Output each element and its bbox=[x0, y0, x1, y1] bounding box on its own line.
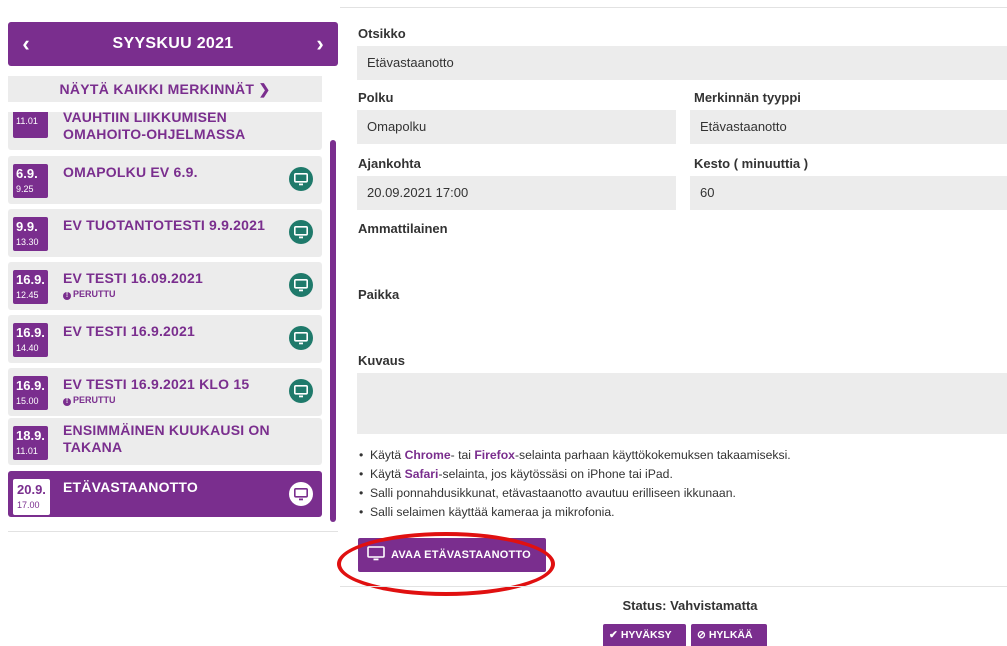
date-badge: 20.9. 17.00 bbox=[13, 479, 50, 515]
polku-field[interactable]: Omapolku bbox=[357, 110, 676, 144]
scrollbar[interactable] bbox=[330, 140, 336, 522]
list-item[interactable]: 11.01 VAUHTIIN LIIKKUMISEN OMAHOITO-OHJE… bbox=[8, 112, 322, 150]
entry-title: ENSIMMÄINEN KUUKAUSI ON TAKANA bbox=[63, 422, 270, 455]
entry-date: 16.9. bbox=[16, 378, 45, 393]
entry-title: ETÄVASTAANOTTO bbox=[63, 479, 199, 495]
divider bbox=[8, 531, 338, 532]
text: Käytä bbox=[370, 467, 405, 481]
calendar-panel: ‹ SYYSKUU 2021 › NÄYTÄ KAIKKI MERKINNÄT … bbox=[0, 0, 340, 646]
tyyppi-field[interactable]: Etävastaanotto bbox=[690, 110, 1007, 144]
cancelled-status: ! PERUTTU bbox=[63, 289, 116, 300]
list-item[interactable]: 16.9. 14.40 EV TESTI 16.9.2021 bbox=[8, 315, 322, 363]
list-item[interactable]: 6.9. 9.25 OMAPOLKU EV 6.9. bbox=[8, 156, 322, 204]
text: -selainta, jos käytössäsi on iPhone tai … bbox=[438, 467, 673, 481]
instruction-item: Käytä Safari-selainta, jos käytössäsi on… bbox=[359, 465, 1007, 484]
firefox-highlight: Firefox bbox=[474, 448, 515, 462]
chevron-left-icon[interactable]: ‹ bbox=[16, 32, 36, 56]
accept-button[interactable]: ✔ HYVÄKSY bbox=[603, 624, 686, 646]
date-badge: 9.9. 13.30 bbox=[13, 217, 48, 251]
tyyppi-label: Merkinnän tyyppi bbox=[694, 90, 801, 105]
info-icon: ! bbox=[63, 292, 71, 300]
browser-instructions: Käytä Chrome- tai Firefox-selainta parha… bbox=[358, 446, 1007, 522]
show-all-entries-link[interactable]: NÄYTÄ KAIKKI MERKINNÄT ❯ bbox=[8, 76, 322, 102]
reject-button[interactable]: ⊘ HYLKÄÄ bbox=[691, 624, 767, 646]
cancelled-status: ! PERUTTU bbox=[63, 395, 116, 406]
safari-highlight: Safari bbox=[404, 467, 439, 481]
status-text: Status: Vahvistamatta bbox=[622, 598, 758, 613]
entry-time: 14.40 bbox=[16, 343, 39, 353]
date-badge: 16.9. 12.45 bbox=[13, 270, 48, 304]
open-remote-visit-button[interactable]: AVAA ETÄVASTAANOTTO bbox=[358, 538, 546, 572]
entry-date: 6.9. bbox=[16, 166, 38, 181]
entry-date: 16.9. bbox=[16, 325, 45, 340]
entry-list[interactable]: 11.01 VAUHTIIN LIIKKUMISEN OMAHOITO-OHJE… bbox=[8, 112, 322, 520]
otsikko-field[interactable]: Etävastaanotto bbox=[357, 46, 1007, 80]
otsikko-label: Otsikko bbox=[358, 26, 406, 41]
monitor-icon bbox=[289, 167, 313, 191]
entry-date: 20.9. bbox=[17, 482, 46, 497]
kuvaus-field[interactable] bbox=[357, 373, 1007, 434]
list-item[interactable]: 16.9. 12.45 EV TESTI 16.09.2021 ! PERUTTU bbox=[8, 262, 322, 310]
entry-date: 9.9. bbox=[16, 219, 38, 234]
instruction-item: Salli ponnahdusikkunat, etävastaanotto a… bbox=[359, 484, 1007, 503]
ban-icon: ⊘ bbox=[697, 629, 706, 641]
status-label: PERUTTU bbox=[73, 289, 116, 299]
button-label: HYVÄKSY bbox=[620, 629, 672, 641]
monitor-icon bbox=[289, 326, 313, 350]
date-badge: 6.9. 9.25 bbox=[13, 164, 48, 198]
monitor-icon bbox=[289, 482, 313, 506]
entry-time: 12.45 bbox=[16, 290, 39, 300]
entry-title: EV TESTI 16.9.2021 bbox=[63, 323, 196, 339]
entry-title: EV TESTI 16.9.2021 KLO 15 bbox=[63, 376, 250, 392]
top-divider bbox=[340, 7, 1007, 8]
date-badge: 16.9. 15.00 bbox=[13, 376, 48, 410]
list-item[interactable]: 9.9. 13.30 EV TUOTANTOTESTI 9.9.2021 bbox=[8, 209, 322, 257]
kuvaus-label: Kuvaus bbox=[358, 353, 405, 368]
entry-title: VAUHTIIN LIIKKUMISEN OMAHOITO-OHJELMASSA bbox=[63, 112, 246, 142]
list-item[interactable]: 16.9. 15.00 EV TESTI 16.9.2021 KLO 15 ! P… bbox=[8, 368, 322, 416]
chrome-highlight: Chrome bbox=[404, 448, 451, 462]
month-header: ‹ SYYSKUU 2021 › bbox=[8, 22, 338, 66]
monitor-icon bbox=[367, 546, 385, 561]
text: Käytä bbox=[370, 448, 405, 462]
entry-time: 11.01 bbox=[16, 446, 38, 456]
date-badge: 11.01 bbox=[13, 112, 48, 138]
entry-title: OMAPOLKU EV 6.9. bbox=[63, 164, 198, 180]
paikka-label: Paikka bbox=[358, 287, 400, 302]
entry-title: EV TUOTANTOTESTI 9.9.2021 bbox=[63, 217, 266, 233]
entry-date: 18.9. bbox=[16, 428, 45, 443]
button-label: HYLKÄÄ bbox=[708, 629, 753, 641]
month-title: SYYSKUU 2021 bbox=[112, 35, 234, 52]
date-badge: 16.9. 14.40 bbox=[13, 323, 48, 357]
entry-time: 9.25 bbox=[16, 184, 34, 194]
list-item-selected[interactable]: 20.9. 17.00 ETÄVASTAANOTTO bbox=[8, 471, 322, 517]
date-badge: 18.9. 11.01 bbox=[13, 426, 48, 460]
entry-date: 16.9. bbox=[16, 272, 45, 287]
list-item[interactable]: 18.9. 11.01 ENSIMMÄINEN KUUKAUSI ON TAKA… bbox=[8, 418, 322, 465]
polku-label: Polku bbox=[358, 90, 394, 105]
entry-time: 17.00 bbox=[17, 500, 40, 510]
entry-time: 13.30 bbox=[16, 237, 39, 247]
monitor-icon bbox=[289, 379, 313, 403]
divider bbox=[340, 586, 1007, 587]
ajankohta-field[interactable]: 20.09.2021 17:00 bbox=[357, 176, 676, 210]
entry-time: 11.01 bbox=[16, 116, 38, 126]
text: - tai bbox=[450, 448, 475, 462]
instruction-item: Käytä Chrome- tai Firefox-selainta parha… bbox=[359, 446, 1007, 465]
check-icon: ✔ bbox=[609, 629, 618, 641]
text: -selainta parhaan käyttökokemuksen takaa… bbox=[514, 448, 791, 462]
entry-title: EV TESTI 16.09.2021 bbox=[63, 270, 203, 286]
button-label: AVAA ETÄVASTAANOTTO bbox=[391, 549, 531, 561]
status-label: PERUTTU bbox=[73, 395, 116, 405]
entry-time: 15.00 bbox=[16, 396, 39, 406]
ajankohta-label: Ajankohta bbox=[358, 156, 421, 171]
monitor-icon bbox=[289, 273, 313, 297]
ammattilainen-label: Ammattilainen bbox=[358, 221, 448, 236]
info-icon: ! bbox=[63, 398, 71, 406]
chevron-right-icon[interactable]: › bbox=[310, 32, 330, 56]
kesto-field[interactable]: 60 bbox=[690, 176, 1007, 210]
instruction-item: Salli selaimen käyttää kameraa ja mikrof… bbox=[359, 503, 1007, 522]
kesto-label: Kesto ( minuuttia ) bbox=[694, 156, 809, 171]
monitor-icon bbox=[289, 220, 313, 244]
